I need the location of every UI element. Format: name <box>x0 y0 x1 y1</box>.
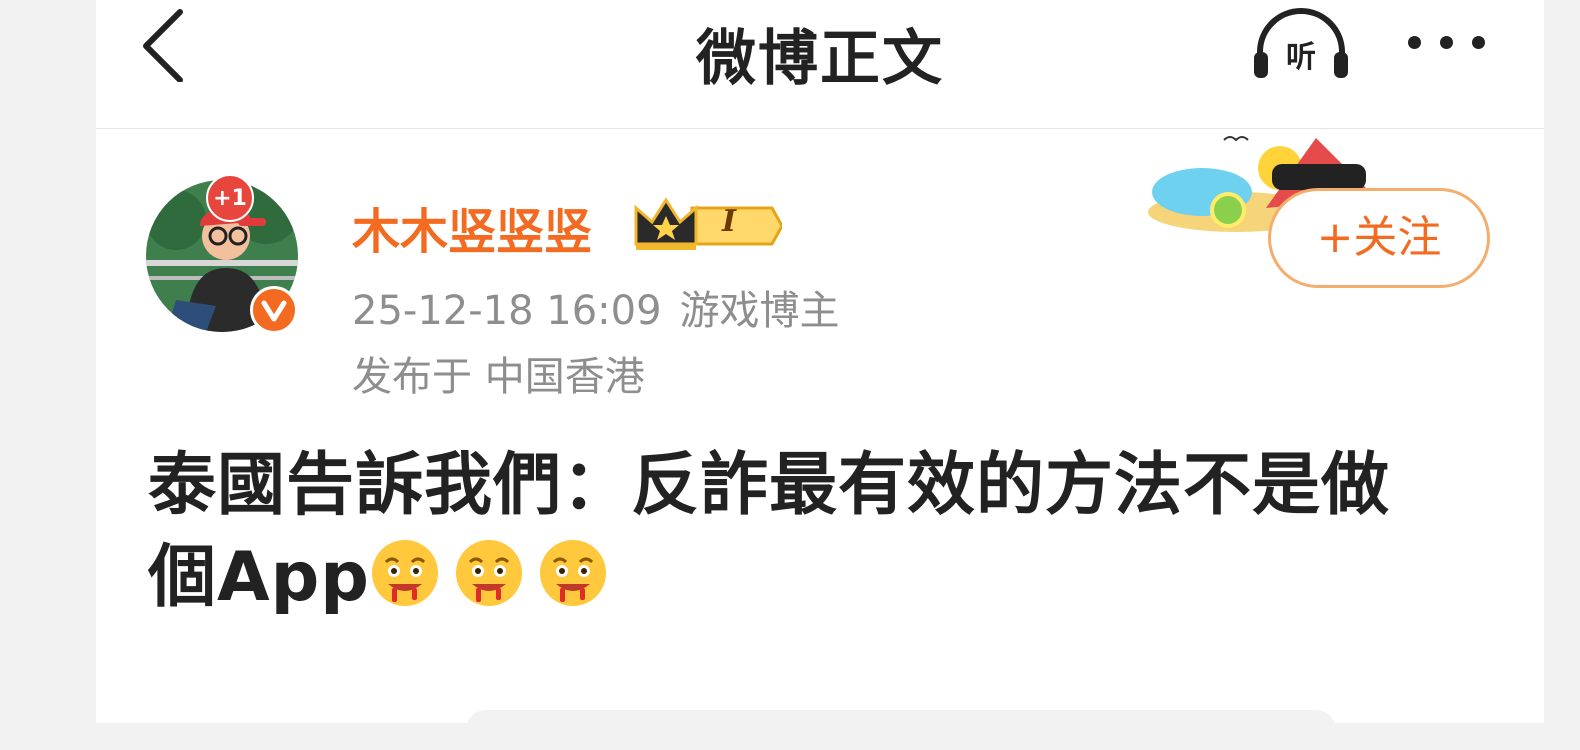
drooling-face-emoji <box>370 538 440 608</box>
more-dots-icon <box>1408 36 1421 49</box>
author-name[interactable]: 木木竖竖竖 <box>352 192 592 262</box>
weibo-post-page: 微博正文 听 +1 木木竖竖竖 I 25-12-18 16:09 游戏博主 发布… <box>96 0 1544 750</box>
post-text-line: 泰國告訴我們：反詐最有效的方法不是做 <box>148 446 1391 525</box>
bottom-card-edge <box>466 710 1336 750</box>
post-text-tail: 個App <box>148 538 370 617</box>
drooling-face-emoji <box>454 538 524 608</box>
post-content: 泰國告訴我們：反詐最有效的方法不是做 個App <box>148 440 1498 624</box>
vip-level: I <box>722 204 737 239</box>
post-timestamp: 25-12-18 16:09 <box>352 288 662 334</box>
post-location: 发布于 中国香港 <box>352 354 645 400</box>
post-meta: 25-12-18 16:09 游戏博主 <box>352 278 840 336</box>
follow-button[interactable]: +关注 <box>1268 188 1490 288</box>
author-tag: 游戏博主 <box>679 288 840 334</box>
vip-crown-badge[interactable]: I <box>632 194 784 254</box>
top-nav-bar: 微博正文 听 <box>96 0 1544 129</box>
verified-icon <box>250 286 298 334</box>
more-options-button[interactable] <box>1402 28 1492 58</box>
more-dots-icon <box>1440 36 1453 49</box>
more-dots-icon <box>1472 36 1485 49</box>
listen-button[interactable]: 听 <box>1252 4 1350 84</box>
drooling-face-emoji <box>538 538 608 608</box>
crown-icon <box>634 197 784 250</box>
new-badge: +1 <box>206 174 254 222</box>
post-text-line-2: 個App <box>148 532 1498 624</box>
listen-label: 听 <box>1286 40 1316 75</box>
